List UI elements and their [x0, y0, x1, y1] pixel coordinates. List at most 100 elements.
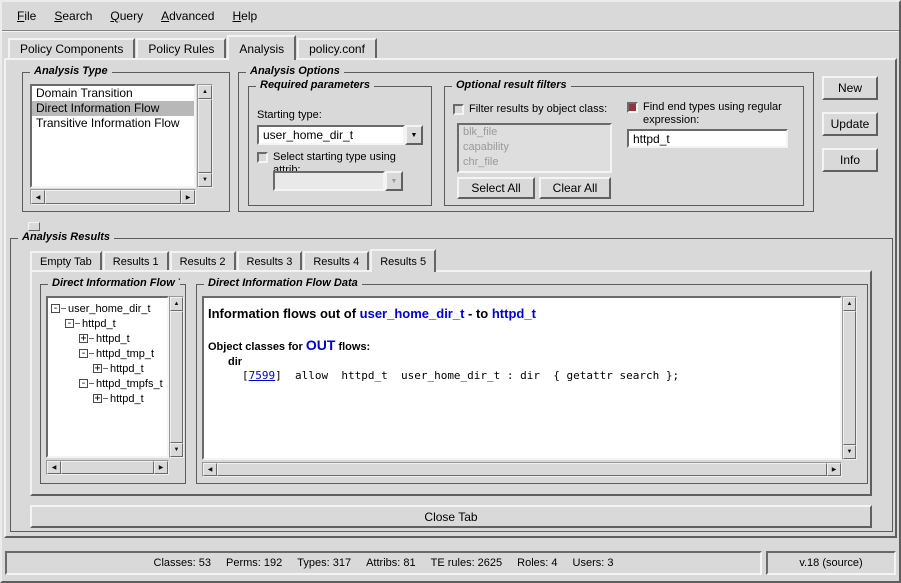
tree-expand-icon[interactable]: + [93, 394, 102, 403]
regex-input[interactable]: httpd_t [627, 129, 788, 148]
list-item-transitive-information-flow[interactable]: Transitive Information Flow [32, 116, 194, 131]
starting-type-value[interactable]: user_home_dir_t [257, 125, 405, 145]
dropdown-arrow-icon[interactable]: ▼ [405, 125, 423, 145]
tab-policy-conf[interactable]: policy.conf [297, 38, 377, 58]
tree-collapse-icon[interactable]: - [51, 304, 60, 313]
scrollbar-thumb[interactable] [45, 190, 181, 204]
tree-node-label[interactable]: httpd_t [110, 363, 144, 375]
regex-checkbox-label[interactable]: Find end types using regular expression: [643, 101, 799, 127]
tree-node-label[interactable]: user_home_dir_t [68, 303, 151, 315]
tree-collapse-icon[interactable]: - [79, 379, 88, 388]
info-button[interactable]: Info [822, 148, 878, 172]
select-all-button[interactable]: Select All [457, 177, 535, 199]
tab-results-3[interactable]: Results 3 [237, 251, 303, 270]
dropdown-arrow-icon: ▼ [385, 171, 403, 191]
scrollbar-thumb[interactable] [843, 311, 856, 445]
scroll-down-icon[interactable]: ▼ [843, 445, 856, 459]
tab-results-4[interactable]: Results 4 [303, 251, 369, 270]
starting-type-label: Starting type: [257, 109, 322, 121]
analysis-type-vscrollbar[interactable]: ▲ ▼ [197, 84, 213, 188]
version-label: v.18 (source) [799, 557, 862, 569]
scroll-up-icon[interactable]: ▲ [170, 297, 183, 311]
analysis-type-listbox[interactable]: Domain Transition Direct Information Flo… [30, 84, 196, 188]
tree-node-label[interactable]: httpd_tmp_t [96, 348, 154, 360]
tab-label: Results 3 [247, 256, 293, 268]
close-tab-button[interactable]: Close Tab [30, 505, 872, 528]
button-label: Info [840, 153, 860, 167]
pane-sash-handle[interactable] [28, 222, 40, 231]
tree-node-label[interactable]: httpd_t [110, 393, 144, 405]
update-button[interactable]: Update [822, 112, 878, 136]
tree-row: -httpd_tmpfs_t [49, 376, 166, 391]
flow-data-hscrollbar[interactable]: ◀ ▶ [202, 462, 842, 477]
tree-collapse-icon[interactable]: - [79, 349, 88, 358]
scrollbar-thumb[interactable] [217, 463, 827, 476]
heading-prefix: Information flows out of [208, 306, 360, 321]
tab-results-1[interactable]: Results 1 [103, 251, 169, 270]
tab-label: Results 4 [313, 256, 359, 268]
menu-query[interactable]: Query [101, 5, 152, 27]
tree-collapse-icon[interactable]: - [65, 319, 74, 328]
stat-types: Types: 317 [297, 557, 351, 569]
analysis-type-hscrollbar[interactable]: ◀ ▶ [30, 189, 196, 205]
scroll-left-icon[interactable]: ◀ [31, 190, 45, 204]
list-item-domain-transition[interactable]: Domain Transition [32, 86, 194, 101]
flow-tree-vscrollbar[interactable]: ▲ ▼ [169, 296, 184, 458]
stat-users: Users: 3 [573, 557, 614, 569]
tree-node-label[interactable]: httpd_t [82, 318, 116, 330]
scrollbar-thumb[interactable] [61, 461, 154, 474]
tab-results-2[interactable]: Results 2 [170, 251, 236, 270]
scroll-up-icon[interactable]: ▲ [843, 297, 856, 311]
main-tab-bar: Policy Components Policy Rules Analysis … [8, 35, 378, 60]
button-label: Select All [471, 181, 520, 195]
tree-expand-icon[interactable]: + [79, 334, 88, 343]
scrollbar-thumb[interactable] [170, 311, 183, 443]
tab-analysis[interactable]: Analysis [227, 35, 296, 60]
analysis-tab-panel: Analysis Type Domain Transition Direct I… [4, 58, 897, 538]
menu-search[interactable]: Search [45, 5, 101, 27]
flow-tree-group: Direct Information Flow T -user_home_dir… [40, 284, 186, 484]
scrollbar-thumb[interactable] [198, 99, 212, 173]
object-class-item: capability [459, 140, 610, 155]
tab-policy-rules[interactable]: Policy Rules [136, 38, 226, 58]
scroll-left-icon[interactable]: ◀ [47, 461, 61, 474]
flow-tree[interactable]: -user_home_dir_t -httpd_t +httpd_t -http… [46, 296, 169, 458]
clear-all-button[interactable]: Clear All [539, 177, 611, 199]
filter-by-class-label[interactable]: Filter results by object class: [469, 103, 607, 116]
optional-filters-group: Optional result filters Filter results b… [444, 86, 804, 206]
scroll-up-icon[interactable]: ▲ [198, 85, 212, 99]
scroll-right-icon[interactable]: ▶ [154, 461, 168, 474]
rule-number-link[interactable]: 7599 [249, 369, 276, 382]
tab-empty-tab[interactable]: Empty Tab [30, 251, 102, 270]
flow-data-vscrollbar[interactable]: ▲ ▼ [842, 296, 857, 460]
analysis-options-group: Analysis Options Required parameters Sta… [238, 72, 814, 212]
scroll-down-icon[interactable]: ▼ [170, 443, 183, 457]
tree-node-label[interactable]: httpd_t [96, 333, 130, 345]
tab-results-5[interactable]: Results 5 [370, 249, 436, 272]
tree-node-label[interactable]: httpd_tmpfs_t [96, 378, 163, 390]
scroll-right-icon[interactable]: ▶ [181, 190, 195, 204]
scroll-down-icon[interactable]: ▼ [198, 173, 212, 187]
tab-label: policy.conf [309, 42, 365, 56]
starting-type-combobox[interactable]: user_home_dir_t ▼ [257, 125, 423, 145]
flow-tree-hscrollbar[interactable]: ◀ ▶ [46, 460, 169, 475]
flow-data-text[interactable]: Information flows out of user_home_dir_t… [202, 296, 842, 460]
attrib-checkbox[interactable] [257, 152, 268, 163]
tab-policy-components[interactable]: Policy Components [8, 38, 135, 58]
new-button[interactable]: New [822, 76, 878, 100]
scroll-right-icon[interactable]: ▶ [827, 463, 841, 476]
tree-connector [89, 338, 94, 339]
scroll-left-icon[interactable]: ◀ [203, 463, 217, 476]
button-label: Clear All [553, 181, 598, 195]
tree-row: -user_home_dir_t [49, 301, 166, 316]
filter-checkbox-row: Filter results by object class: [453, 103, 633, 116]
tree-connector [103, 368, 108, 369]
flow-direction: OUT [306, 337, 336, 353]
menu-help[interactable]: Help [223, 5, 266, 27]
menu-file[interactable]: File [8, 5, 45, 27]
regex-checkbox[interactable] [627, 102, 638, 113]
filter-by-class-checkbox[interactable] [453, 104, 464, 115]
list-item-direct-information-flow[interactable]: Direct Information Flow [32, 101, 194, 116]
menu-advanced[interactable]: Advanced [152, 5, 223, 27]
tree-expand-icon[interactable]: + [93, 364, 102, 373]
